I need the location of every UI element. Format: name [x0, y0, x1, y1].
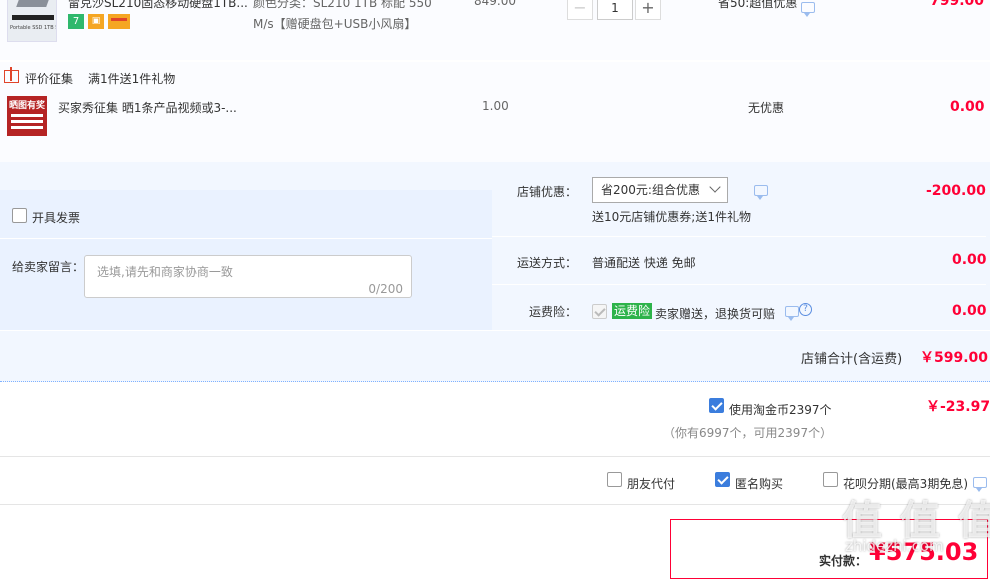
coupon-desc: 送10元店铺优惠券;送1件礼物 — [592, 210, 751, 224]
spec-line-2: M/s【赠硬盘包+USB小风扇】 — [253, 17, 417, 31]
coupon-select[interactable]: 省200元:组合优惠 — [592, 177, 728, 203]
insurance-badge: 运费险 — [612, 303, 653, 319]
shipping-amount: 0.00 — [952, 252, 987, 268]
gift-item-discount: 无优惠 — [748, 101, 785, 115]
insurance-label: 运费险： — [529, 305, 578, 319]
coins-hint: （你有6997个，可用2397个） — [663, 426, 833, 440]
coupon-label: 店铺优惠： — [517, 185, 578, 199]
coins-checkbox[interactable] — [709, 398, 724, 413]
quantity-input[interactable]: 1 — [597, 0, 633, 20]
shipping-value: 普通配送 快递 免邮 — [592, 256, 696, 270]
unit-price: 849.00 — [474, 0, 516, 8]
coupon-select-value: 省200元:组合优惠 — [601, 183, 700, 197]
quantity-minus-button[interactable]: − — [567, 0, 593, 20]
product-subtotal: 799.00 — [930, 0, 985, 9]
friend-pay-label: 朋友代付 — [627, 477, 676, 491]
product-thumbnail[interactable]: Portable SSD 1TB 550MB/s — [7, 0, 57, 42]
insurance-desc: 卖家赠送，退换货可赔 — [655, 307, 776, 321]
insurance-checkbox — [592, 304, 607, 319]
shop-total-label: 店铺合计(含运费) — [801, 352, 903, 367]
label-strip — [12, 15, 54, 20]
spec-line-1: 颜色分类：SL210 1TB 标配 550 — [253, 0, 432, 10]
gift-thumb-text: 晒图有奖 — [8, 101, 45, 111]
chevron-down-icon — [709, 181, 721, 193]
gift-icon — [4, 67, 19, 83]
comment-icon[interactable] — [754, 185, 768, 200]
message-counter: 0/200 — [368, 282, 403, 296]
credit-card-icon — [108, 14, 130, 29]
shield-icon: ▣ — [88, 14, 104, 29]
help-icon[interactable]: ? — [799, 303, 812, 316]
watermark-sub: zhidezhi.com — [845, 537, 944, 555]
product-discount: 省50:超值优惠 — [718, 0, 798, 10]
gift-header-label: 评价征集 — [25, 72, 74, 86]
ssd-image-icon — [16, 0, 50, 7]
insurance-amount: 0.00 — [952, 303, 987, 319]
friend-pay-checkbox[interactable] — [607, 472, 622, 487]
quantity-plus-button[interactable]: + — [635, 0, 661, 20]
shop-total-amount: ￥599.00 — [920, 350, 989, 366]
coins-amount: ￥-23.97 — [926, 399, 990, 415]
anonymous-label: 匿名购买 — [735, 477, 784, 491]
thumb-label: Portable SSD 1TB 550MB/s — [10, 25, 56, 31]
comment-icon[interactable] — [973, 477, 987, 492]
gift-item-title[interactable]: 买家秀征集 晒1条产品视频或3-... — [58, 99, 237, 116]
comment-icon[interactable] — [801, 2, 815, 17]
product-row: Portable SSD 1TB 550MB/s 雷克沙SL210固态移动硬盘1… — [0, 0, 990, 60]
gift-thumbnail[interactable]: 晒图有奖 — [7, 96, 47, 136]
gift-header-desc: 满1件送1件礼物 — [88, 72, 176, 86]
gift-item-row: 晒图有奖 买家秀征集 晒1条产品视频或3-... 1.00 无优惠 0.00 — [0, 86, 990, 162]
message-textarea[interactable]: 选填,请先和商家协商一致 0/200 — [84, 255, 412, 298]
invoice-checkbox[interactable] — [12, 208, 27, 223]
comment-icon[interactable] — [785, 306, 799, 321]
coins-label: 使用淘金币2397个 — [729, 403, 832, 417]
gift-item-price: 1.00 — [482, 99, 509, 113]
message-label: 给卖家留言： — [12, 260, 85, 274]
huabei-checkbox[interactable] — [823, 472, 838, 487]
message-placeholder: 选填,请先和商家协商一致 — [97, 265, 233, 279]
product-title[interactable]: 雷克沙SL210固态移动硬盘1TB... — [68, 0, 248, 11]
shipping-label: 运送方式： — [517, 256, 578, 270]
invoice-label: 开具发票 — [32, 211, 81, 225]
7day-return-icon: 7 — [68, 14, 84, 29]
gift-item-subtotal: 0.00 — [950, 99, 985, 115]
anonymous-checkbox[interactable] — [715, 472, 730, 487]
coupon-amount: -200.00 — [926, 183, 986, 199]
